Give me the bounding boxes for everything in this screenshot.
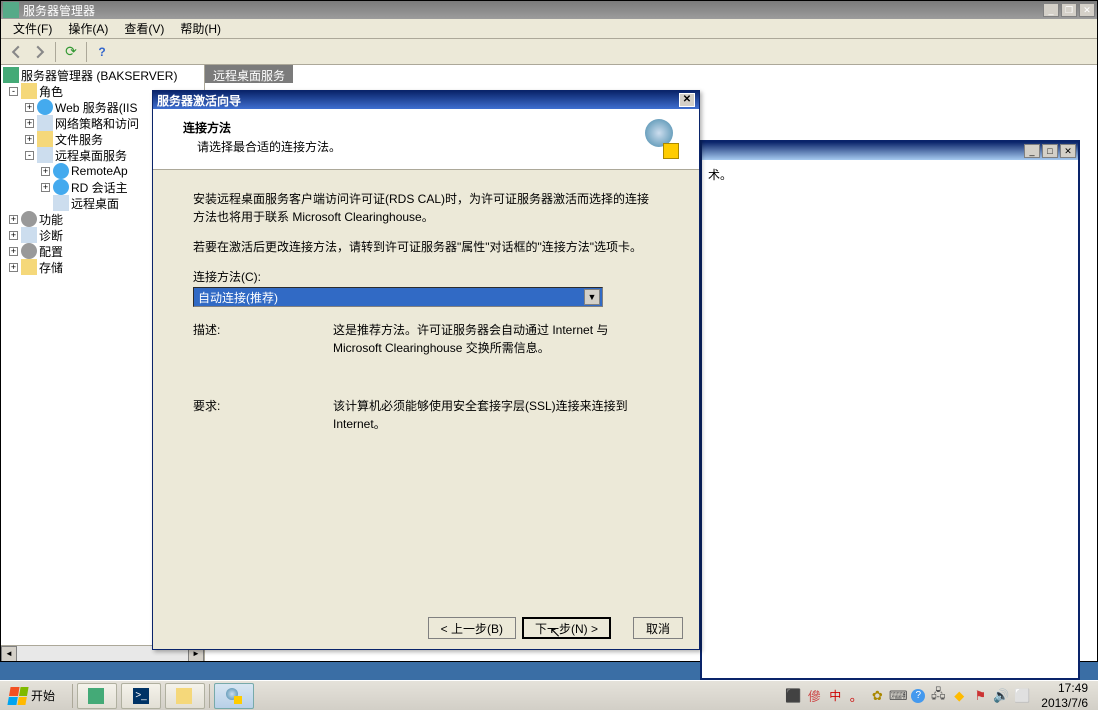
- wizard-header-icon: [639, 119, 679, 159]
- connection-method-label: 连接方法(C):: [193, 268, 659, 285]
- scroll-left-icon[interactable]: ◄: [1, 646, 17, 661]
- app-title: 服务器管理器: [23, 2, 1041, 19]
- sub-maximize-button[interactable]: □: [1042, 144, 1058, 158]
- shield-icon[interactable]: ◆: [951, 688, 967, 704]
- keyboard-icon[interactable]: ⌨: [890, 688, 906, 704]
- taskbar: 开始 >_ ⬛ 傪 中 。 ✿ ⌨ ? 🖧 ◆ ⚑ 🔊 ⬜ 17:49 2013…: [0, 680, 1098, 710]
- activation-wizard-dialog: 服务器激活向导 ✕ 连接方法 请选择最合适的连接方法。 安装远程桌面服务客户端访…: [152, 90, 700, 650]
- volume-icon[interactable]: 🔊: [993, 688, 1009, 704]
- action-center-icon[interactable]: ⬜: [1014, 688, 1030, 704]
- system-tray: ⬛ 傪 中 。 ✿ ⌨ ? 🖧 ◆ ⚑ 🔊 ⬜ 17:49 2013/7/6: [781, 681, 1098, 710]
- sub-minimize-button[interactable]: _: [1024, 144, 1040, 158]
- menubar: 文件(F) 操作(A) 查看(V) 帮助(H): [1, 19, 1097, 39]
- tray-icon-1[interactable]: ⬛: [785, 688, 801, 704]
- wizard-header-subtitle: 请选择最合适的连接方法。: [183, 138, 639, 155]
- requirement-text: 该计算机必须能够使用安全套接字层(SSL)连接来连接到 Internet。: [333, 397, 659, 433]
- next-button[interactable]: 下一步(N) >: [522, 617, 611, 639]
- wizard-title: 服务器激活向导: [157, 92, 679, 109]
- help-button[interactable]: ?: [91, 41, 113, 63]
- wizard-close-button[interactable]: ✕: [679, 93, 695, 107]
- background-dialog: _ □ ✕ 术。: [700, 140, 1080, 680]
- dropdown-arrow-icon[interactable]: ▼: [584, 289, 600, 305]
- wizard-para-2: 若要在激活后更改连接方法，请转到许可证服务器"属性"对话框的"连接方法"选项卡。: [193, 238, 659, 256]
- flag-icon[interactable]: ⚑: [972, 688, 988, 704]
- main-titlebar[interactable]: 服务器管理器 _ ❐ ✕: [1, 1, 1097, 19]
- description-label: 描述:: [193, 321, 333, 357]
- task-explorer[interactable]: [165, 683, 205, 709]
- requirement-label: 要求:: [193, 397, 333, 433]
- connection-method-dropdown[interactable]: 自动连接(推荐) ▼: [193, 287, 603, 307]
- tree-root[interactable]: 服务器管理器 (BAKSERVER): [3, 67, 202, 83]
- fragment-text: 术。: [708, 166, 732, 183]
- panel-tab: 远程桌面服务: [205, 65, 293, 83]
- menu-help[interactable]: 帮助(H): [172, 18, 229, 39]
- wizard-header: 连接方法 请选择最合适的连接方法。: [153, 109, 699, 170]
- task-wizard[interactable]: [214, 683, 254, 709]
- wizard-titlebar[interactable]: 服务器激活向导 ✕: [153, 91, 699, 109]
- sub-close-button[interactable]: ✕: [1060, 144, 1076, 158]
- ime-dot-icon[interactable]: 。: [848, 688, 864, 704]
- ime-indicator[interactable]: 中: [827, 688, 843, 704]
- windows-logo-icon: [7, 687, 28, 705]
- menu-file[interactable]: 文件(F): [5, 18, 60, 39]
- description-text: 这是推荐方法。许可证服务器会自动通过 Internet 与 Microsoft …: [333, 321, 659, 357]
- task-server-manager[interactable]: [77, 683, 117, 709]
- maximize-button[interactable]: ❐: [1061, 3, 1077, 17]
- help-tray-icon[interactable]: ?: [911, 689, 925, 703]
- refresh-button[interactable]: ⟳: [60, 41, 82, 63]
- tray-icon-2[interactable]: 傪: [806, 688, 822, 704]
- task-powershell[interactable]: >_: [121, 683, 161, 709]
- wizard-para-1: 安装远程桌面服务客户端访问许可证(RDS CAL)时，为许可证服务器激活而选择的…: [193, 190, 659, 226]
- network-icon[interactable]: 🖧: [930, 688, 946, 704]
- menu-view[interactable]: 查看(V): [116, 18, 172, 39]
- connection-method-value: 自动连接(推荐): [196, 289, 584, 306]
- taskbar-clock[interactable]: 17:49 2013/7/6: [1035, 681, 1094, 710]
- back-button[interactable]: < 上一步(B): [428, 617, 516, 639]
- close-button[interactable]: ✕: [1079, 3, 1095, 17]
- nav-back-button[interactable]: [5, 41, 27, 63]
- nav-forward-button[interactable]: [29, 41, 51, 63]
- wizard-header-title: 连接方法: [183, 119, 639, 136]
- cancel-button[interactable]: 取消: [633, 617, 683, 639]
- menu-action[interactable]: 操作(A): [60, 18, 116, 39]
- toolbar: ⟳ ?: [1, 39, 1097, 65]
- app-icon: [3, 2, 19, 18]
- ime-punct-icon[interactable]: ✿: [869, 688, 885, 704]
- minimize-button[interactable]: _: [1043, 3, 1059, 17]
- start-button[interactable]: 开始: [4, 683, 66, 709]
